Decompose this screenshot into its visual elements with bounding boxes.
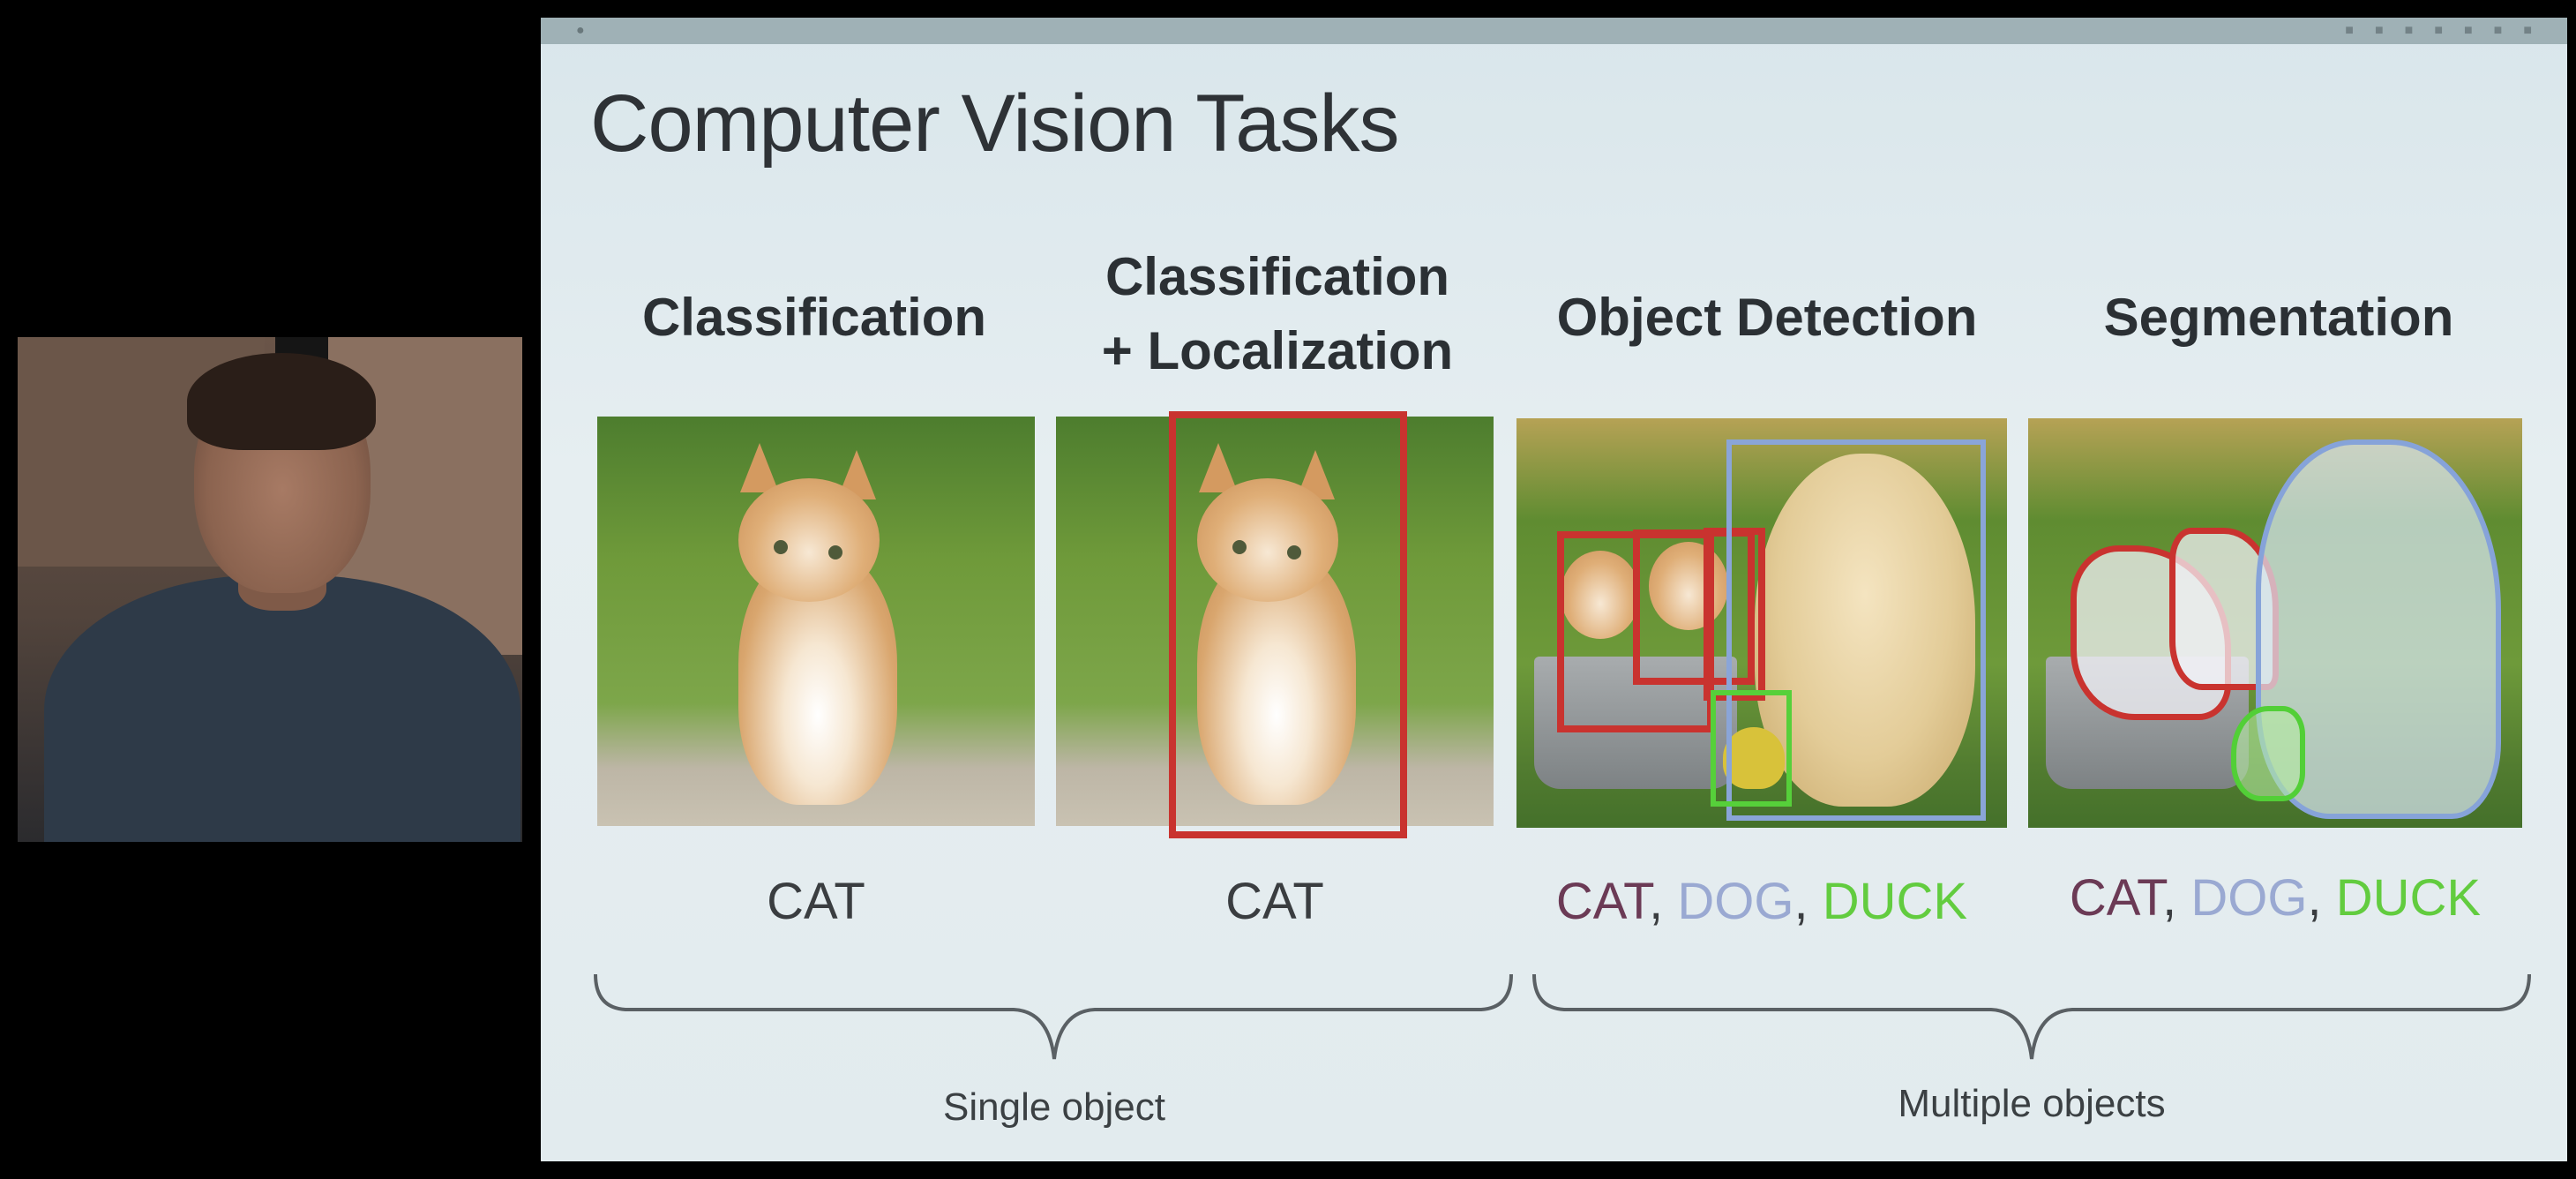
label-dog: DOG — [1677, 873, 1794, 930]
image-classification-cat — [597, 417, 1035, 826]
heading-segmentation: Segmentation — [2103, 288, 2454, 347]
group-label-single-object: Single object — [943, 1085, 1165, 1129]
output-label-localization: CAT — [1225, 873, 1324, 930]
status-bar-icons: ■ ■ ■ ■ ■ ■ ■ — [2345, 23, 2532, 38]
brace-single-object — [594, 973, 1513, 1060]
speaker-video — [18, 337, 522, 842]
duck-segmentation-mask — [2231, 706, 2305, 801]
cat-head — [738, 478, 880, 602]
presentation-slide: ● ■ ■ ■ ■ ■ ■ ■ Computer Vision Tasks Classifi… — [541, 18, 2567, 1161]
label-duck: DUCK — [1822, 873, 1968, 930]
cat-eye — [774, 540, 788, 554]
os-menubar: ● ■ ■ ■ ■ ■ ■ ■ — [541, 18, 2567, 44]
heading-line-2: + Localization — [1101, 321, 1454, 380]
label-separator: , — [2162, 869, 2191, 927]
label-dog: DOG — [2190, 869, 2308, 927]
label-cat: CAT — [2069, 869, 2163, 927]
speaker-body — [44, 575, 520, 842]
label-separator: , — [2307, 869, 2336, 927]
duck-bounding-box — [1711, 690, 1792, 807]
heading-classification: Classification — [641, 288, 987, 347]
label-separator: , — [1649, 873, 1678, 930]
apple-menu-icon[interactable]: ● — [576, 23, 585, 39]
slide-title: Computer Vision Tasks — [590, 79, 1399, 169]
cat-ear-left — [740, 443, 779, 492]
brace-multiple-objects — [1532, 973, 2531, 1060]
heading-line-1: Classification — [1105, 247, 1450, 306]
heading-object-detection: Object Detection — [1556, 288, 1978, 347]
label-cat: CAT — [1555, 873, 1650, 930]
output-label-object-detection: CAT, DOG, DUCK — [1516, 872, 2007, 931]
heading-classification-localization: Classification + Localization — [1035, 240, 1520, 388]
label-separator: , — [1793, 873, 1823, 930]
output-label-classification: CAT — [767, 873, 865, 930]
group-label-multiple-objects: Multiple objects — [1898, 1082, 2166, 1125]
output-label-segmentation: CAT, DOG, DUCK — [2028, 868, 2522, 927]
cat-eye — [828, 545, 842, 559]
label-duck: DUCK — [2335, 869, 2482, 927]
localization-bounding-box — [1169, 411, 1407, 838]
speaker-hair — [187, 353, 376, 450]
